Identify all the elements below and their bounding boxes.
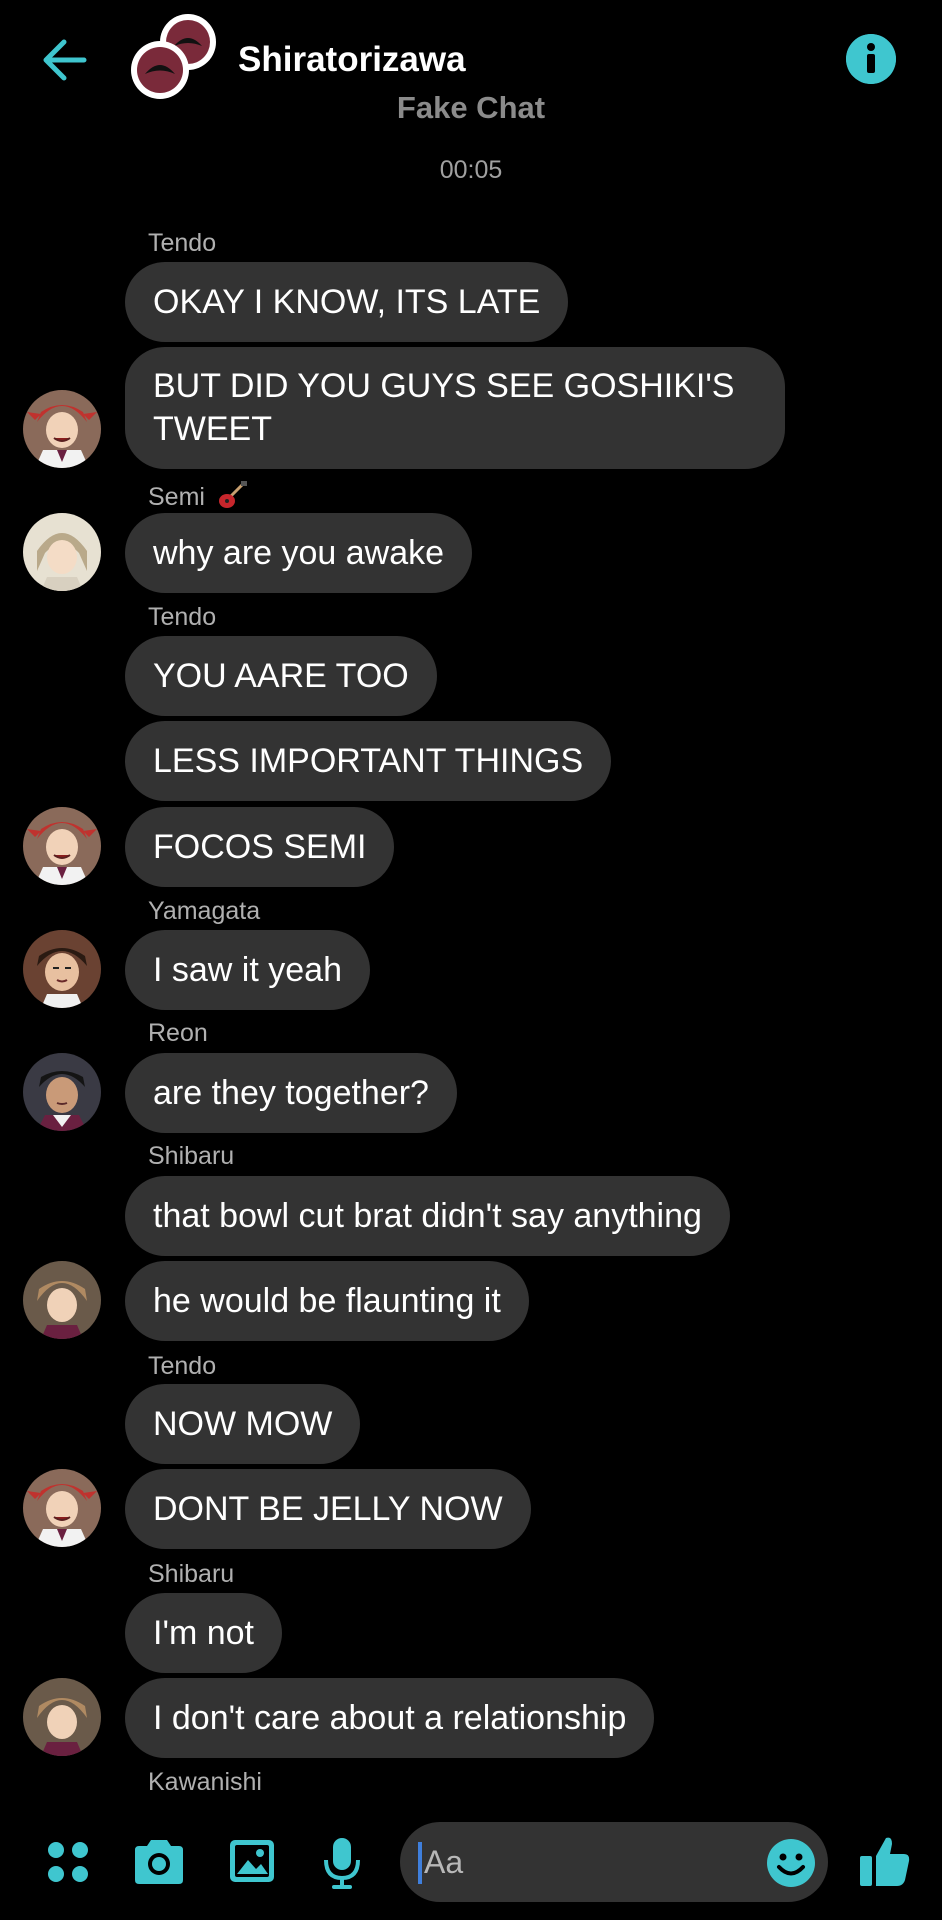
message-bubble[interactable]: I don't care about a relationship: [125, 1678, 655, 1758]
sender-name: Shibaru: [148, 1142, 235, 1170]
message-bubble[interactable]: why are you awake: [125, 513, 473, 593]
message-input[interactable]: [400, 1822, 828, 1902]
message-bubble[interactable]: FOCOS SEMI: [125, 807, 395, 887]
sender-name: Reon: [148, 1019, 208, 1047]
message-bubble[interactable]: NOW MOW: [125, 1384, 361, 1464]
apps-icon[interactable]: [44, 1838, 92, 1886]
message-bubble[interactable]: YOU AARE TOO: [125, 636, 437, 716]
guitar-icon: [218, 481, 247, 508]
sender-name: Yamagata: [148, 897, 261, 925]
message-bubble[interactable]: I'm not: [125, 1593, 282, 1673]
message-input-placeholder: Aa: [424, 1844, 464, 1880]
sender-name: Kawanishi: [148, 1768, 262, 1796]
text-caret: [418, 1842, 422, 1884]
avatar-shibaru[interactable]: [23, 1678, 101, 1756]
avatar-tendo[interactable]: [23, 1469, 101, 1547]
emoji-icon[interactable]: [766, 1838, 816, 1888]
camera-icon[interactable]: [131, 1838, 187, 1886]
avatar-yamagata[interactable]: [23, 930, 101, 1008]
message-line: BUT DID YOU GUYS SEE GOSHIKI'S: [153, 367, 735, 405]
message-bubble[interactable]: BUT DID YOU GUYS SEE GOSHIKI'S TWEET: [125, 347, 785, 469]
message-bubble[interactable]: he would be flaunting it: [125, 1261, 529, 1341]
sender-name: Tendo: [148, 603, 217, 631]
thumbs-up-icon[interactable]: [858, 1834, 912, 1888]
sender-name: Tendo: [148, 229, 217, 257]
avatar-semi[interactable]: [23, 513, 101, 591]
message-line: TWEET: [153, 410, 272, 448]
sender-name: Shibaru: [148, 1560, 235, 1588]
message-list[interactable]: Tendo OKAY I KNOW, ITS LATE BUT DID YOU …: [0, 0, 942, 1810]
image-icon[interactable]: [228, 1838, 276, 1886]
message-bubble[interactable]: DONT BE JELLY NOW: [125, 1469, 531, 1549]
microphone-icon[interactable]: [322, 1838, 362, 1890]
message-bubble[interactable]: that bowl cut brat didn't say anything: [125, 1176, 730, 1256]
avatar-shibaru[interactable]: [23, 1261, 101, 1339]
avatar-tendo[interactable]: [23, 807, 101, 885]
message-bubble[interactable]: are they together?: [125, 1053, 457, 1133]
avatar-reon[interactable]: [23, 1053, 101, 1131]
sender-name: Semi: [148, 481, 248, 512]
message-bubble[interactable]: LESS IMPORTANT THINGS: [125, 721, 612, 801]
message-bubble[interactable]: I saw it yeah: [125, 930, 370, 1010]
sender-name-text: Semi: [148, 483, 205, 511]
avatar-tendo[interactable]: [23, 390, 101, 468]
message-bubble[interactable]: OKAY I KNOW, ITS LATE: [125, 262, 569, 342]
sender-name: Tendo: [148, 1352, 217, 1380]
